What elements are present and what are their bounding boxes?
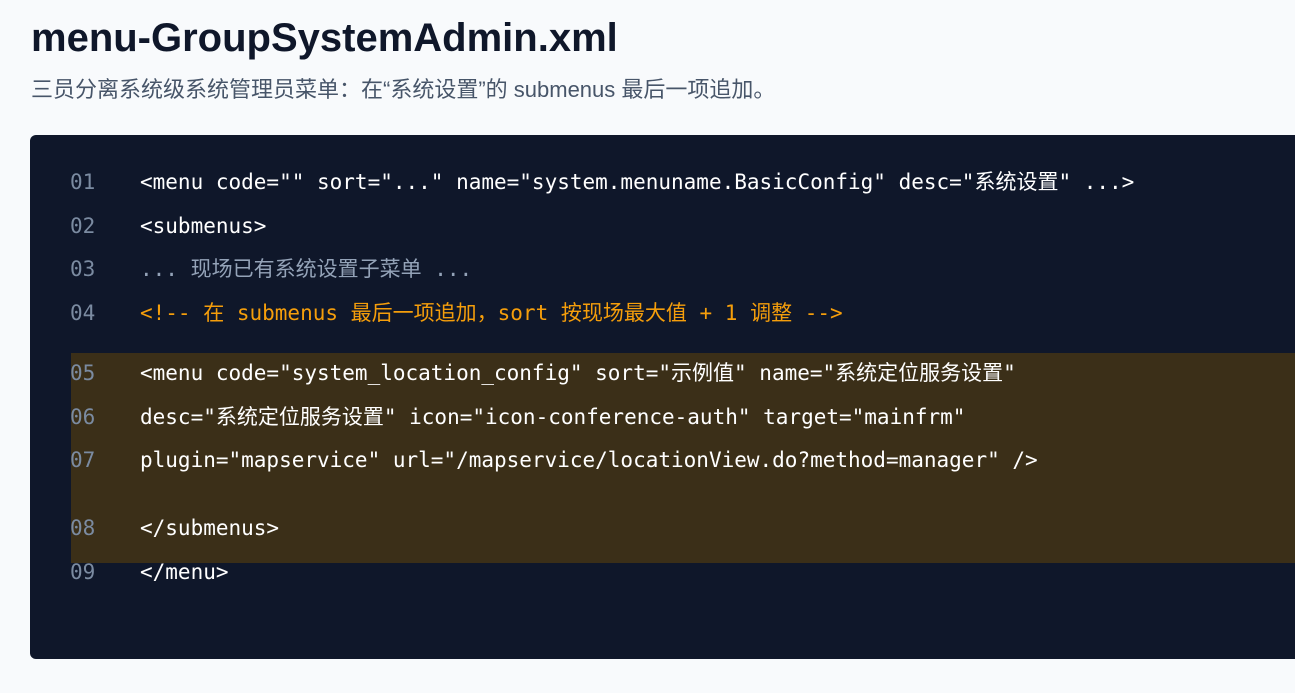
- code-line: 07 plugin="mapservice" url="/mapservice/…: [30, 443, 1295, 477]
- line-number: 09: [70, 560, 96, 584]
- line-number: 06: [70, 405, 96, 429]
- code-text: desc="系统定位服务设置" icon="icon-conference-au…: [140, 405, 966, 429]
- line-number: 03: [70, 257, 96, 281]
- code-line: 06 desc="系统定位服务设置" icon="icon-conference…: [30, 400, 1295, 434]
- code-text: </submenus>: [140, 516, 280, 540]
- code-line: 03 ... 现场已有系统设置子菜单 ...: [30, 252, 1295, 286]
- page: { "document": { "title": "menu-GroupSyst…: [0, 0, 1295, 693]
- code-line: 01 <menu code="" sort="..." name="system…: [30, 165, 1295, 199]
- line-number: 08: [70, 516, 96, 540]
- code-text: <menu code="" sort="..." name="system.me…: [140, 170, 1135, 194]
- code-text: <menu code="system_location_config" sort…: [140, 361, 1016, 385]
- code-text: <submenus>: [140, 214, 267, 238]
- line-number: 01: [70, 170, 96, 194]
- line-number: 07: [70, 448, 96, 472]
- page-title: menu-GroupSystemAdmin.xml: [31, 16, 618, 60]
- code-line: 08 </submenus>: [30, 511, 1295, 545]
- code-line: 09 </menu>: [30, 555, 1295, 589]
- code-text: </menu>: [140, 560, 229, 584]
- line-number: 04: [70, 301, 96, 325]
- code-line: 05 <menu code="system_location_config" s…: [30, 356, 1295, 390]
- code-text: plugin="mapservice" url="/mapservice/loc…: [140, 448, 1038, 472]
- code-line: 02 <submenus>: [30, 209, 1295, 243]
- code-comment: <!-- 在 submenus 最后一项追加，sort 按现场最大值 + 1 调…: [140, 301, 843, 325]
- line-number: 05: [70, 361, 96, 385]
- line-number: 02: [70, 214, 96, 238]
- code-line: 04 <!-- 在 submenus 最后一项追加，sort 按现场最大值 + …: [30, 296, 1295, 330]
- page-subtitle: 三员分离系统级系统管理员菜单：在“系统设置”的 submenus 最后一项追加。: [31, 77, 776, 102]
- code-block: 01 <menu code="" sort="..." name="system…: [30, 135, 1295, 659]
- code-text: ... 现场已有系统设置子菜单 ...: [140, 257, 473, 281]
